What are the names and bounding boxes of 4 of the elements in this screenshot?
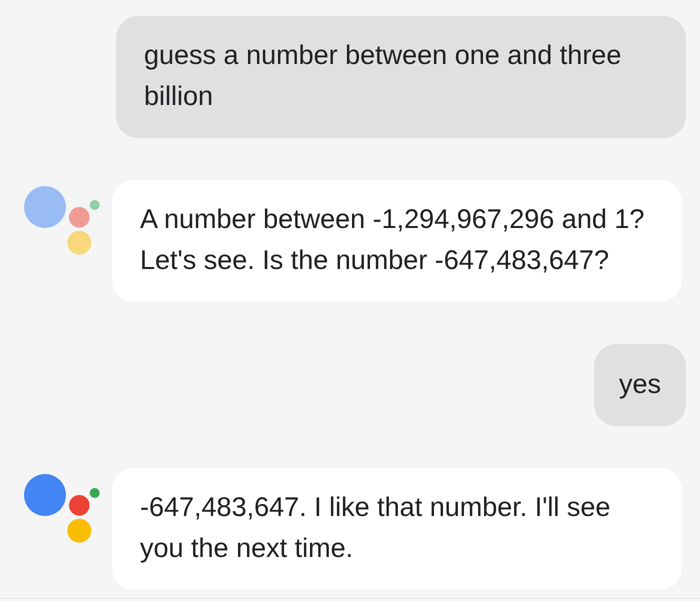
user-message: yes	[594, 344, 686, 426]
assistant-message: -647,483,647. I like that number. I'll see you the next time.	[112, 468, 682, 590]
user-message: guess a number between one and three billion	[116, 16, 686, 138]
assistant-message: A number between -1,294,967,296 and 1? Let's see. Is the number -647,483,647?	[112, 180, 682, 302]
